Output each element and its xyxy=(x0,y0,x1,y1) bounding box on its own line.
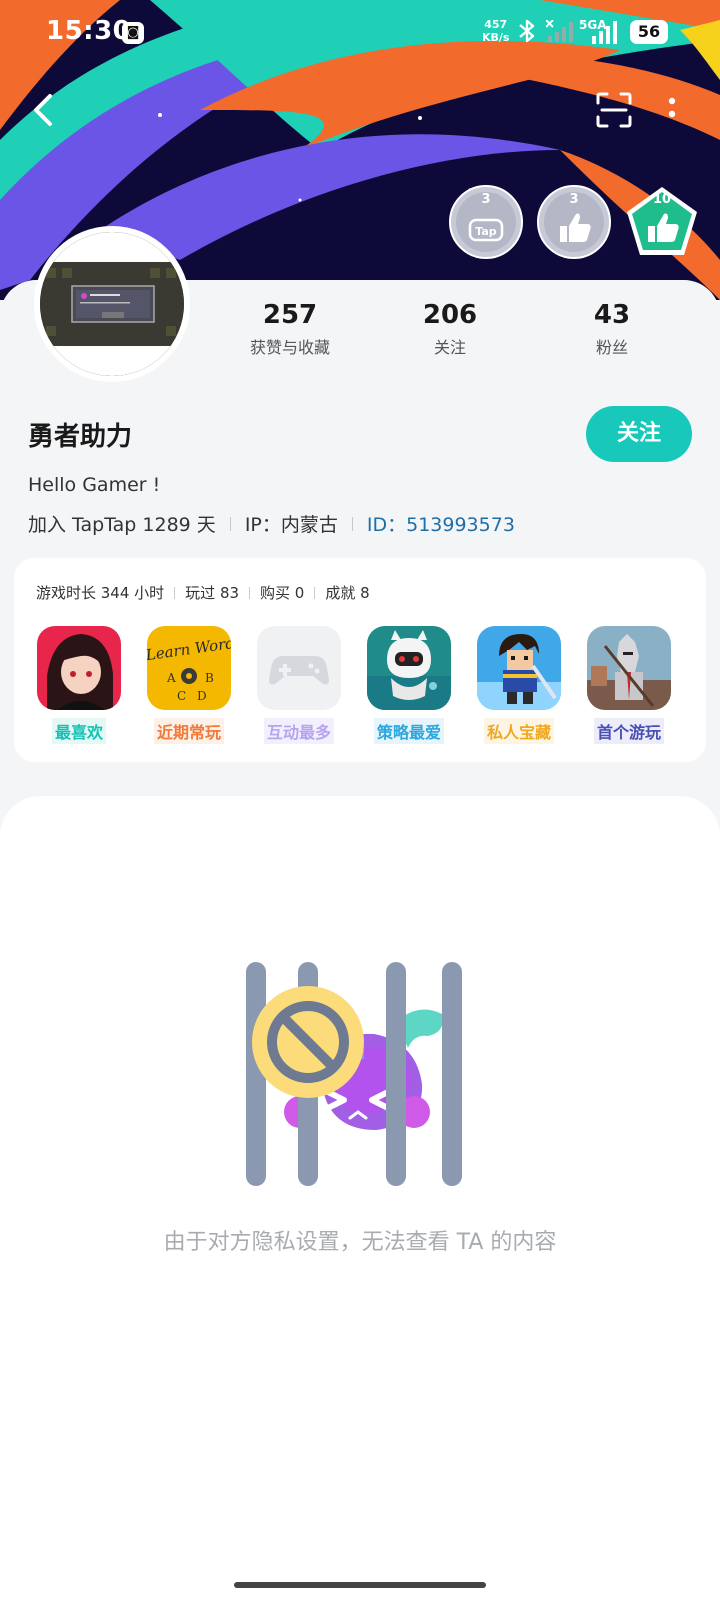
divider xyxy=(351,516,353,531)
game-label-recent: 近期常玩 xyxy=(153,718,224,744)
game-stats-row[interactable]: 游戏时长 344 小时 玩过 83 购买 0 成就 8 xyxy=(36,582,370,603)
stat-following-label: 关注 xyxy=(433,338,466,357)
badge-thumb-gold[interactable]: 10 xyxy=(624,184,700,260)
stat-following[interactable]: 206 关注 xyxy=(398,300,502,358)
stat-likes-label: 获赞与收藏 xyxy=(249,338,330,357)
divider xyxy=(229,516,231,531)
game-recent[interactable]: Learn Word A B C D 近期常玩 xyxy=(146,626,232,744)
game-icon-favorite xyxy=(37,626,121,710)
scan-icon[interactable] xyxy=(596,92,632,128)
game-icon-strategy xyxy=(367,626,451,710)
svg-text:D: D xyxy=(197,689,207,703)
game-label-favorite: 最喜欢 xyxy=(51,718,106,744)
signal-sim2-icon xyxy=(592,21,617,44)
signal-sim1-icon xyxy=(546,20,573,42)
playtime: 游戏时长 344 小时 xyxy=(36,584,165,602)
game-treasure[interactable]: 私人宝藏 xyxy=(476,626,562,744)
divider xyxy=(174,586,176,599)
notification-app-icon: ◙ xyxy=(122,22,144,44)
back-icon[interactable] xyxy=(28,92,58,128)
game-favorite[interactable]: 最喜欢 xyxy=(36,626,122,744)
divider xyxy=(249,586,251,599)
stat-followers-label: 粉丝 xyxy=(595,338,628,357)
game-icon-first xyxy=(587,626,671,710)
games-bought: 购买 0 xyxy=(260,584,305,602)
badge-tap-count: 3 xyxy=(481,192,491,207)
follow-button[interactable]: 关注 xyxy=(586,406,692,462)
avatar[interactable] xyxy=(34,226,190,382)
stat-followers-value: 43 xyxy=(593,300,631,330)
badge-tap[interactable]: Tap 3 xyxy=(448,184,524,260)
svg-text:B: B xyxy=(205,671,214,685)
home-indicator[interactable] xyxy=(234,1582,486,1588)
divider xyxy=(314,586,316,599)
game-strategy[interactable]: 策略最爱 xyxy=(366,626,452,744)
network-speed-value: 457 xyxy=(484,18,508,31)
game-icon-recent: Learn Word A B C D xyxy=(147,626,231,710)
games-card: 游戏时长 344 小时 玩过 83 购买 0 成就 8 最喜欢 Learn Wo… xyxy=(14,558,706,762)
privacy-message: 由于对方隐私设置，无法查看 TA 的内容 xyxy=(163,1230,557,1255)
content-area xyxy=(0,796,720,1600)
stat-followers[interactable]: 43 粉丝 xyxy=(560,300,664,358)
bluetooth-icon xyxy=(519,19,535,43)
network-speed: 457 KB/s xyxy=(482,18,509,44)
game-interactive[interactable]: 互动最多 xyxy=(256,626,342,744)
joined-days: 加入 TapTap 1289 天 xyxy=(28,514,216,536)
profile-meta: 加入 TapTap 1289 天 IP：内蒙古 ID：513993573 xyxy=(28,510,515,537)
game-label-first: 首个游玩 xyxy=(593,718,664,744)
status-bar: 15:30 ◙ 457 KB/s 5GA 56 xyxy=(0,0,720,64)
more-options-icon[interactable] xyxy=(666,96,678,126)
svg-text:A: A xyxy=(166,671,176,685)
games-played: 玩过 83 xyxy=(185,584,240,602)
game-label-interactive: 互动最多 xyxy=(263,718,334,744)
privacy-blocked-illustration xyxy=(246,962,462,1186)
game-icon-placeholder xyxy=(257,626,341,710)
game-label-strategy: 策略最爱 xyxy=(373,718,444,744)
game-icon-treasure xyxy=(477,626,561,710)
badge-thumb-gold-count: 10 xyxy=(652,192,672,207)
status-time: 15:30 xyxy=(46,16,132,46)
stat-likes[interactable]: 257 获赞与收藏 xyxy=(238,300,342,358)
ip-location: IP：内蒙古 xyxy=(244,514,338,536)
badge-thumb-count: 3 xyxy=(569,192,579,207)
stat-following-value: 206 xyxy=(422,300,478,330)
stat-likes-value: 257 xyxy=(262,300,318,330)
game-first[interactable]: 首个游玩 xyxy=(586,626,672,744)
svg-text:Tap: Tap xyxy=(475,225,497,238)
badge-thumb[interactable]: 3 xyxy=(536,184,612,260)
network-speed-unit: KB/s xyxy=(482,31,510,44)
avatar-image xyxy=(40,232,184,376)
battery-indicator: 56 xyxy=(630,20,668,44)
achievements: 成就 8 xyxy=(325,584,370,602)
avatar-game-screenshot xyxy=(40,232,184,376)
svg-text:C: C xyxy=(177,689,186,703)
user-id[interactable]: ID：513993573 xyxy=(367,510,515,537)
game-label-treasure: 私人宝藏 xyxy=(483,718,554,744)
profile-bio: Hello Gamer ! xyxy=(28,474,161,496)
profile-name: 勇者助力 xyxy=(28,422,133,452)
gamepad-icon xyxy=(269,656,329,685)
